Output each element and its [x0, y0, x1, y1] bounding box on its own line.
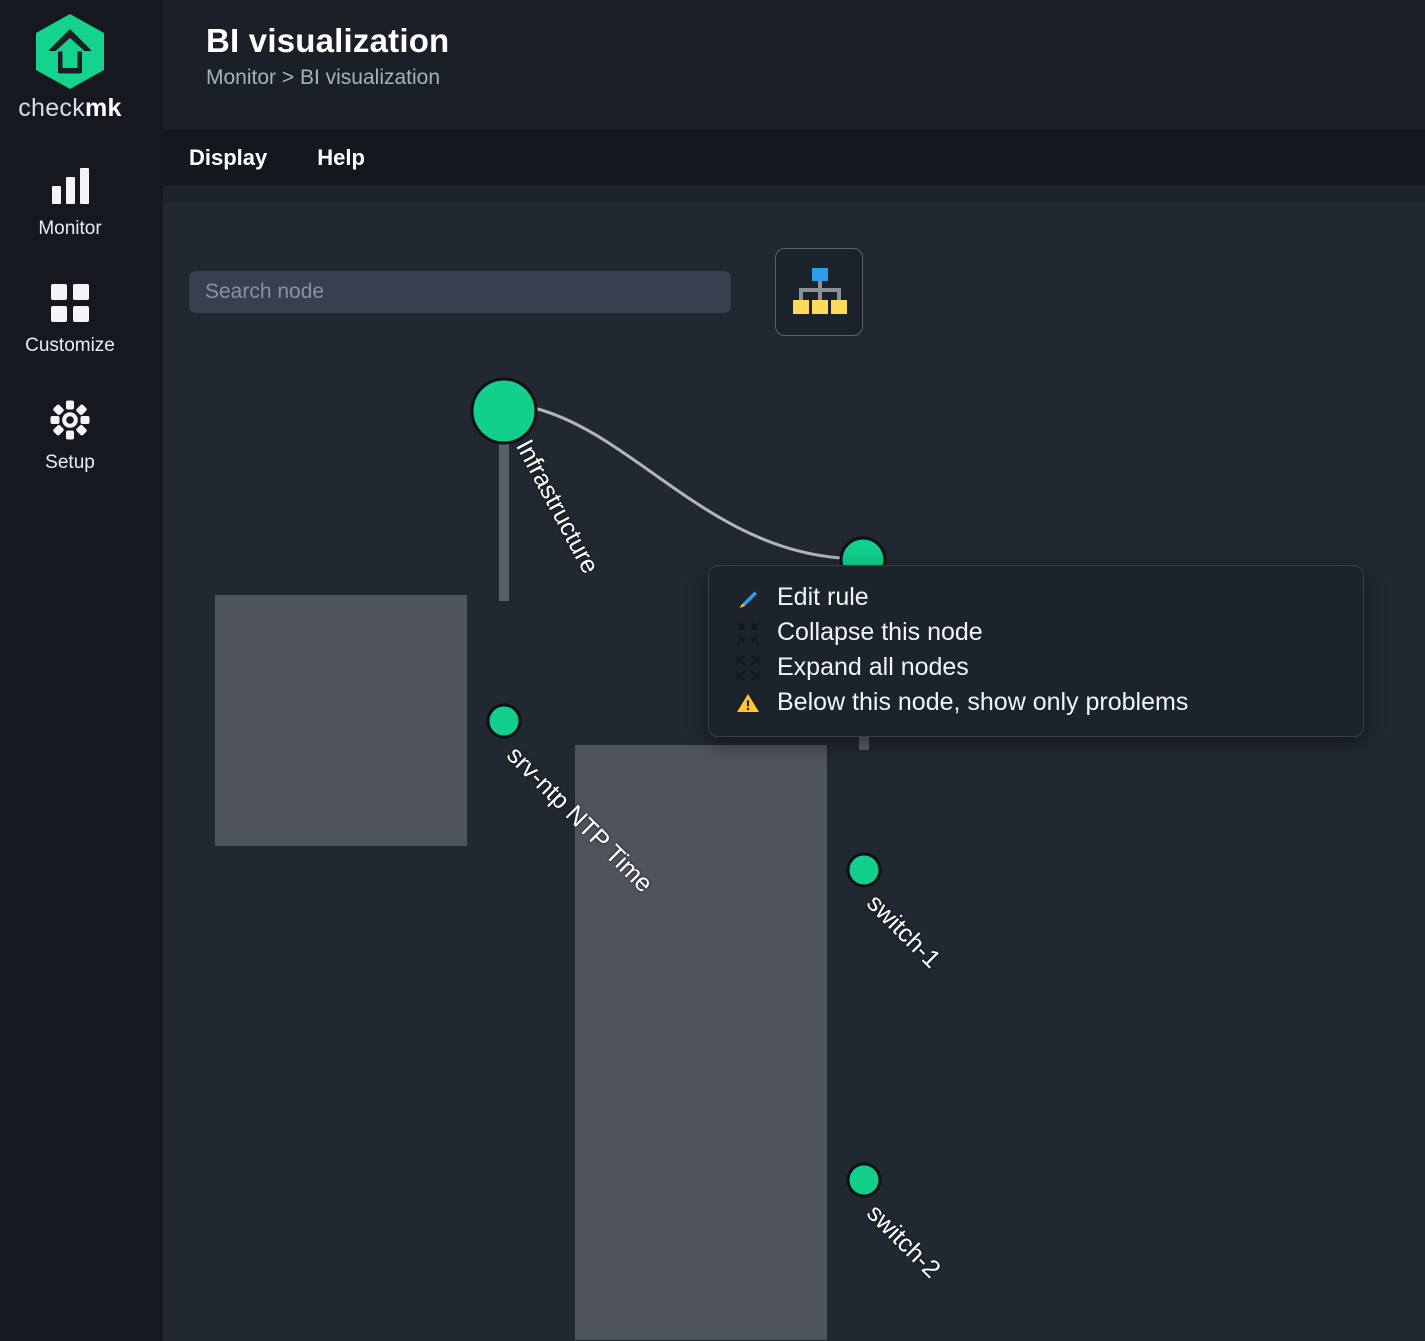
menu-help[interactable]: Help	[313, 143, 369, 173]
context-menu-item-edit-rule-label: Edit rule	[777, 583, 869, 612]
context-menu-item-expand-all-label: Expand all nodes	[777, 653, 969, 682]
breadcrumb: Monitor > BI visualization	[206, 66, 1425, 90]
graph-node-switch-2[interactable]	[848, 1164, 880, 1196]
edge-root-to-node2	[534, 408, 841, 558]
bi-graph-canvas[interactable]	[163, 203, 1425, 1341]
menu-bar: Display Help	[163, 130, 1425, 185]
node-context-menu: Edit rule	[708, 565, 1364, 737]
sidebar-item-customize[interactable]: Customize	[0, 280, 140, 357]
graph-node-switch-1[interactable]	[848, 854, 880, 886]
context-menu-item-collapse-node[interactable]: Collapse this node	[709, 615, 1363, 650]
graph-node-root[interactable]	[472, 379, 536, 443]
checkmk-logo[interactable]: checkmk	[18, 12, 122, 123]
bar-chart-icon	[47, 163, 93, 209]
sidebar-item-monitor-label: Monitor	[38, 218, 101, 240]
page-title: BI visualization	[206, 22, 1425, 60]
pencil-icon	[735, 585, 761, 611]
gear-icon	[47, 397, 93, 443]
grid-squares-icon	[47, 280, 93, 326]
logo-wordmark: checkmk	[18, 94, 122, 123]
sidebar: checkmk Monitor Customize	[0, 0, 140, 1341]
context-menu-item-edit-rule[interactable]: Edit rule	[709, 580, 1363, 615]
logo-text-bold: mk	[85, 94, 122, 122]
content-top-strip	[163, 185, 1425, 203]
sidebar-item-setup-label: Setup	[45, 452, 95, 474]
app-window: checkmk Monitor Customize	[0, 0, 1425, 1341]
context-menu-item-show-only-problems[interactable]: Below this node, show only problems	[709, 685, 1363, 720]
expand-arrows-icon	[735, 655, 761, 681]
context-menu-item-expand-all[interactable]: Expand all nodes	[709, 650, 1363, 685]
sidebar-item-monitor[interactable]: Monitor	[0, 163, 140, 240]
checkmk-hexagon-icon	[32, 12, 108, 90]
context-menu-item-show-only-problems-label: Below this node, show only problems	[777, 688, 1188, 717]
warning-triangle-icon	[735, 690, 761, 716]
logo-text-light: check	[18, 94, 85, 122]
aggregation-box-switches	[575, 745, 827, 1340]
sidebar-item-setup[interactable]: Setup	[0, 397, 140, 474]
context-menu-item-collapse-node-label: Collapse this node	[777, 618, 983, 647]
graph-node-srv-ntp[interactable]	[488, 705, 520, 737]
aggregation-box-infrastructure	[215, 595, 467, 846]
sidebar-item-customize-label: Customize	[25, 335, 115, 357]
menu-display[interactable]: Display	[185, 143, 271, 173]
page-header: BI visualization Monitor > BI visualizat…	[163, 0, 1425, 130]
bi-visualization-content: Infrastructure srv-ntp NTP Time switch-1…	[163, 203, 1425, 1341]
collapse-arrows-icon	[735, 620, 761, 646]
